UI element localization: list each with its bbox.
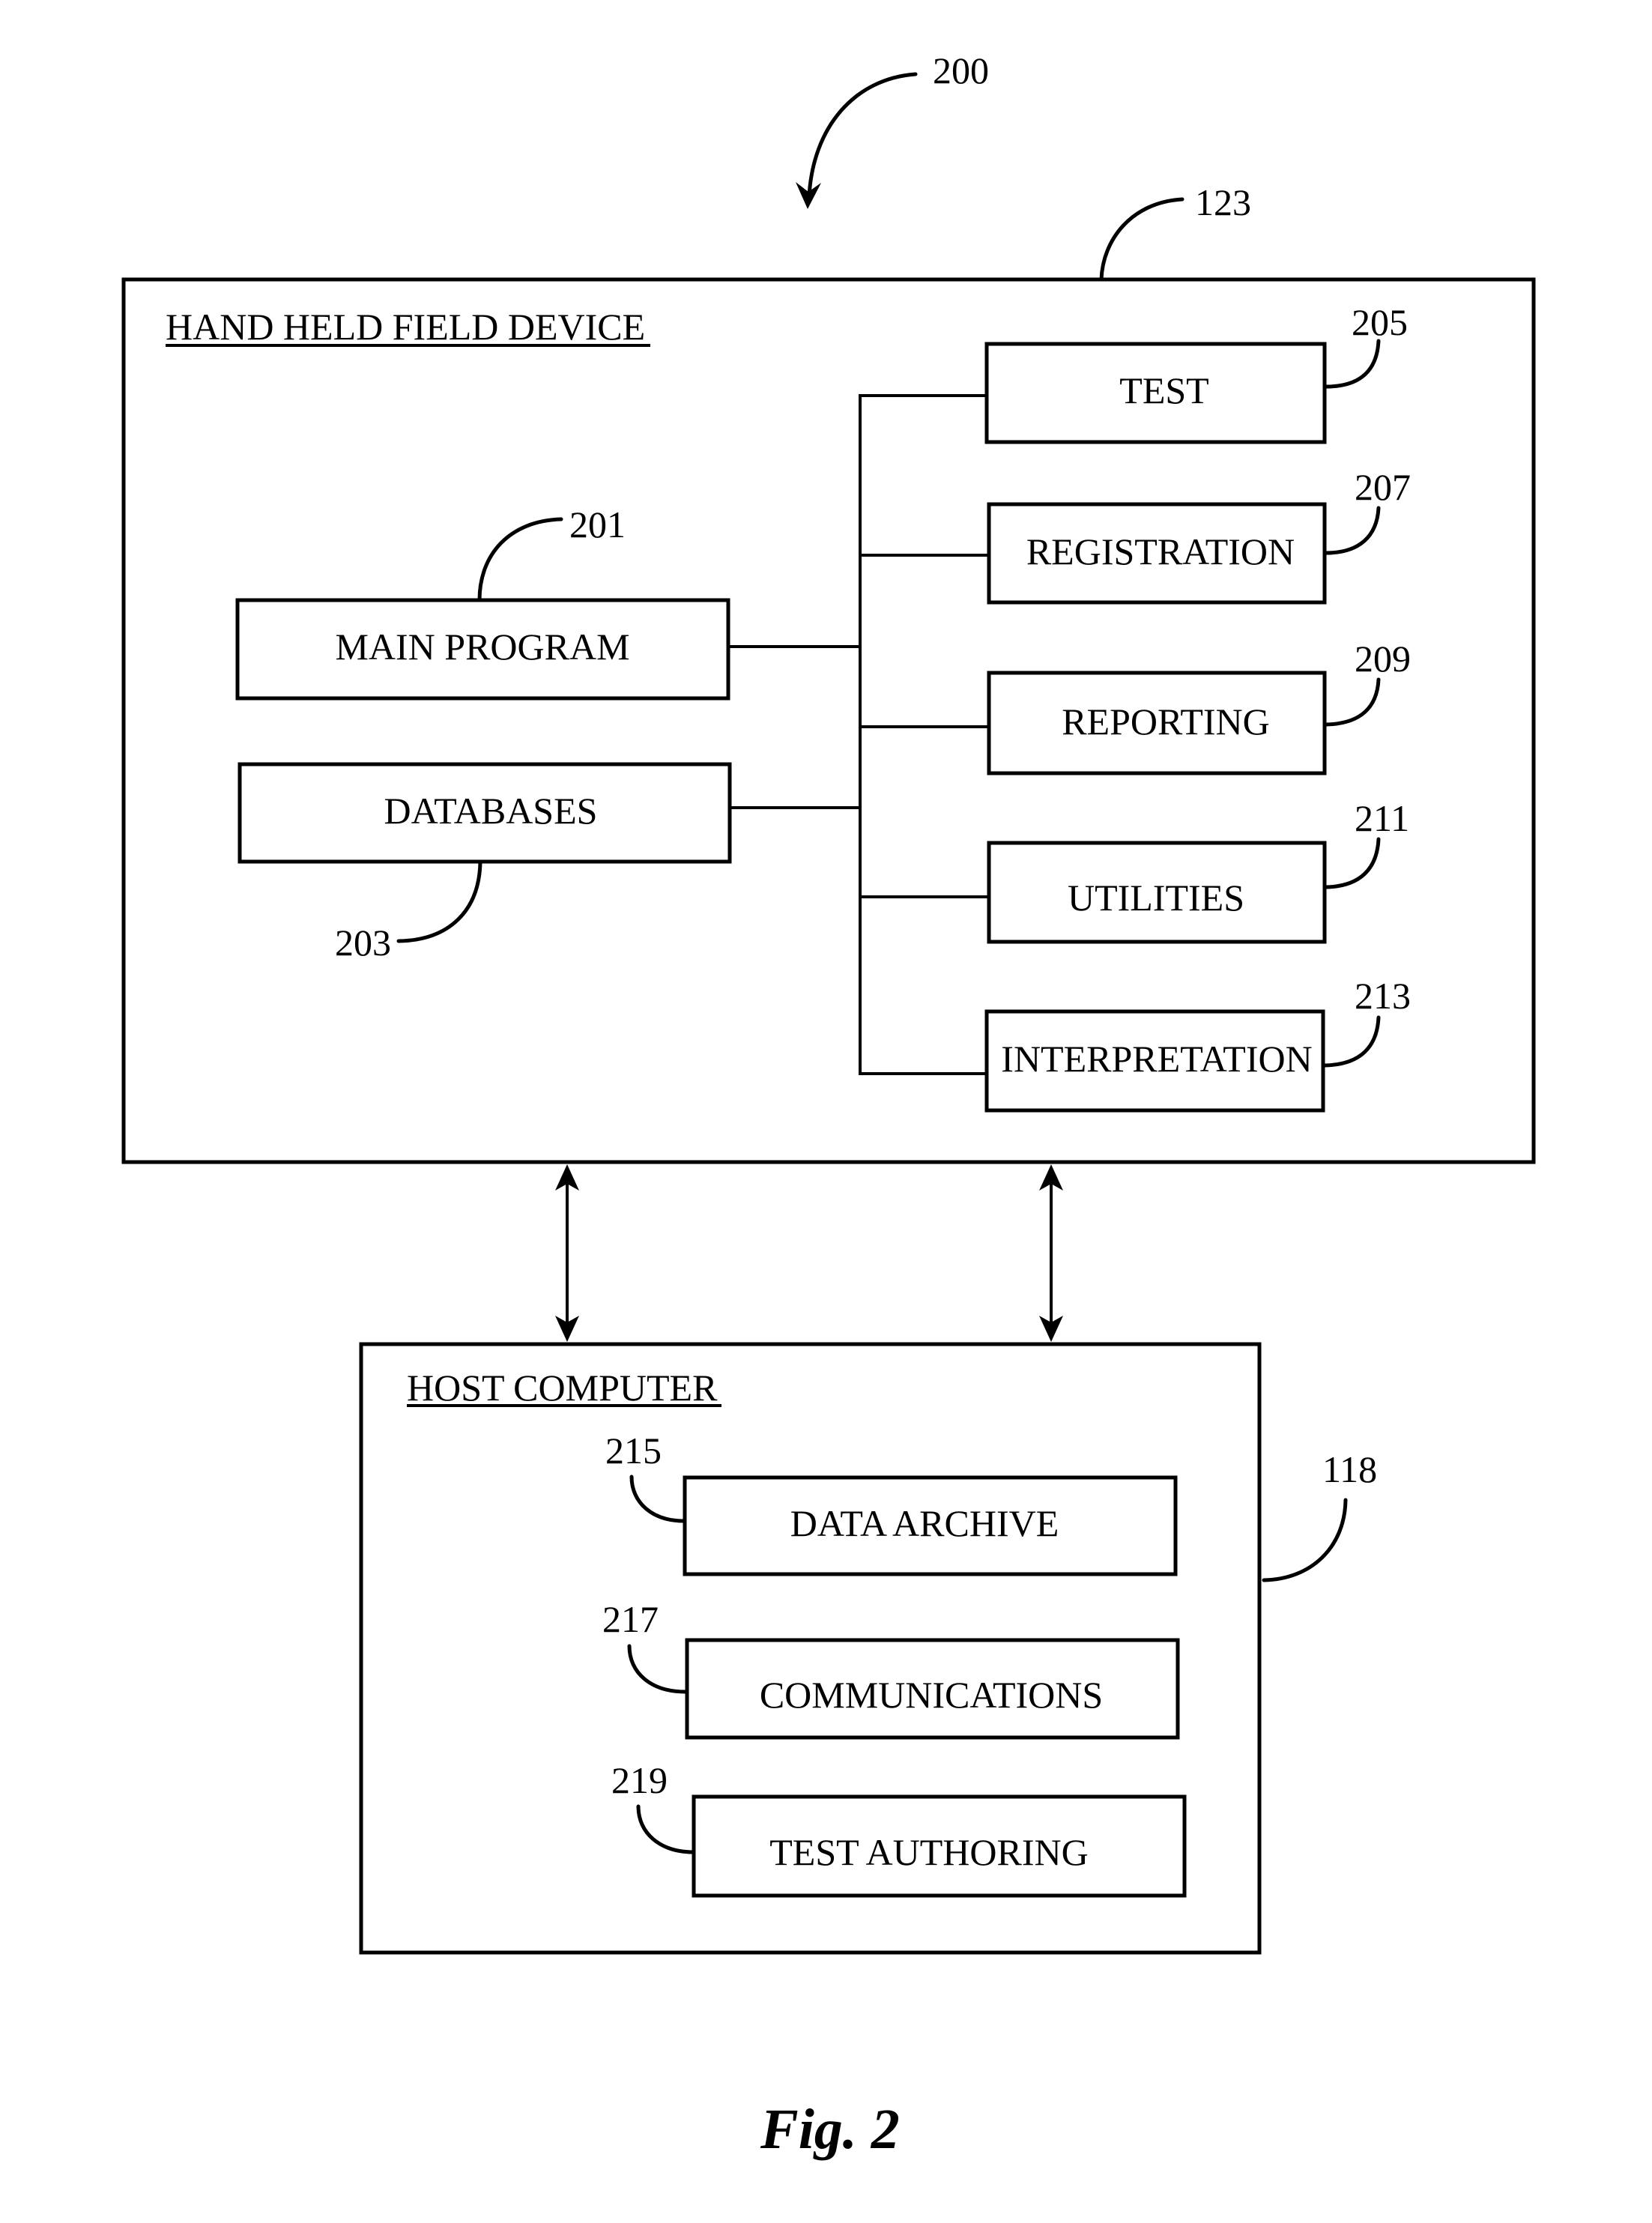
registration-label: REGISTRATION xyxy=(1026,530,1295,572)
reference-number-211: 211 xyxy=(1355,797,1409,839)
communications-label: COMMUNICATIONS xyxy=(760,1674,1103,1716)
reference-number-217: 217 xyxy=(602,1598,659,1640)
reference-number-219: 219 xyxy=(611,1759,668,1801)
reference-number-203: 203 xyxy=(335,922,391,964)
reference-leader-123 xyxy=(1099,197,1184,282)
reference-number-201: 201 xyxy=(569,503,626,545)
reference-number-123: 123 xyxy=(1195,181,1251,223)
utilities-label: UTILITIES xyxy=(1068,877,1244,919)
test-label: TEST xyxy=(1119,369,1208,411)
reference-leader-118 xyxy=(1262,1498,1348,1582)
bidirectional-connection-right xyxy=(1039,1164,1063,1342)
bidirectional-connection-left xyxy=(555,1164,579,1342)
figure-reference-number: 200 xyxy=(933,49,989,91)
databases-label: DATABASES xyxy=(384,790,598,832)
figure-reference-200: 200 xyxy=(796,49,989,209)
main-program-label: MAIN PROGRAM xyxy=(335,626,629,668)
data-archive-label: DATA ARCHIVE xyxy=(790,1502,1059,1544)
reference-number-213: 213 xyxy=(1355,975,1411,1017)
reference-number-118: 118 xyxy=(1322,1448,1377,1490)
test-authoring-label: TEST AUTHORING xyxy=(769,1831,1088,1873)
figure-caption: Fig. 2 xyxy=(760,2098,900,2161)
hand-held-field-device: HAND HELD FIELD DEVICE 123 MAIN PROGRAM … xyxy=(121,181,1536,1164)
host-computer-title: HOST COMPUTER xyxy=(407,1367,718,1409)
interpretation-label: INTERPRETATION xyxy=(1001,1038,1312,1080)
reference-number-215: 215 xyxy=(605,1430,662,1472)
reference-number-209: 209 xyxy=(1355,638,1411,680)
figure-reference-arrow xyxy=(807,72,918,199)
hand-held-device-title: HAND HELD FIELD DEVICE xyxy=(166,306,645,348)
reference-number-207: 207 xyxy=(1355,466,1411,508)
reporting-label: REPORTING xyxy=(1062,701,1270,742)
host-computer: HOST COMPUTER 118 DATA ARCHIVE 215 COMMU… xyxy=(359,1342,1377,1955)
reference-number-205: 205 xyxy=(1352,301,1408,343)
patent-figure-diagram: 200 HAND HELD FIELD DEVICE 123 MAIN PROG… xyxy=(121,49,1536,2161)
